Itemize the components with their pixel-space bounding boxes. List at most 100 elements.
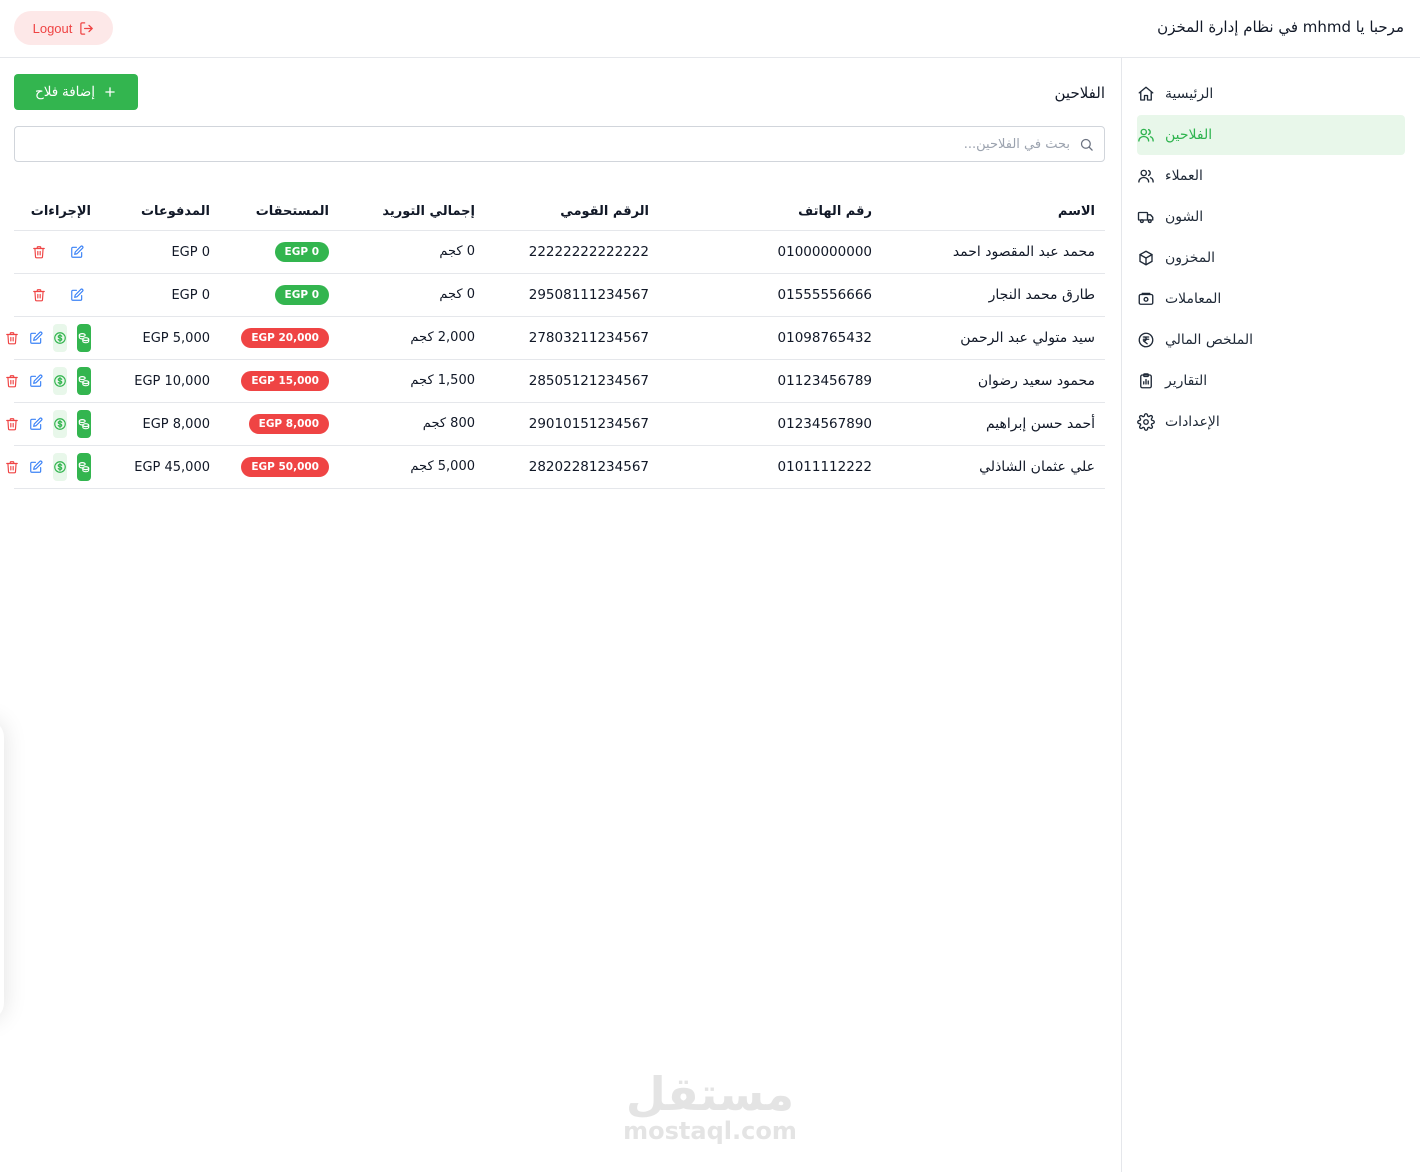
cell-supply: 1,500 كجم bbox=[339, 359, 485, 403]
sidebar-item-7[interactable]: التقارير bbox=[1137, 361, 1405, 401]
sidebar-nav: الرئيسية الفلاحين العملاء الشون المخزون المعا… bbox=[1137, 74, 1405, 443]
sidebar-item-4[interactable]: المخزون bbox=[1137, 238, 1405, 278]
cell-dues: EGP 50,000 bbox=[220, 445, 339, 489]
sidebar-item-label: الإعدادات bbox=[1165, 414, 1220, 430]
edit-button[interactable] bbox=[63, 281, 91, 309]
delete-button[interactable] bbox=[5, 367, 19, 395]
paid-amount: EGP 0 bbox=[171, 287, 210, 303]
wallet-icon bbox=[1138, 292, 1154, 305]
cell-national-id: 27803211234567 bbox=[485, 316, 659, 360]
cell-name: سيد متولي عبد الرحمن bbox=[882, 316, 1105, 360]
dollar-circle-icon bbox=[54, 374, 66, 387]
trash-icon bbox=[33, 288, 45, 301]
delete-button[interactable] bbox=[25, 238, 53, 266]
cell-actions bbox=[6, 359, 101, 403]
payment-history-button[interactable] bbox=[53, 409, 67, 438]
cell-phone: 01011112222 bbox=[659, 445, 882, 489]
cell-actions bbox=[6, 402, 101, 446]
pay-button[interactable] bbox=[77, 323, 91, 352]
sidebar-item-0[interactable]: الرئيسية bbox=[1137, 74, 1405, 114]
table-row: طارق محمد النجار 01555556666 2950811123456… bbox=[14, 273, 1105, 317]
logout-label: Logout bbox=[32, 20, 73, 36]
add-farmer-button[interactable]: إضافة فلاح bbox=[14, 74, 138, 110]
trash-icon bbox=[6, 417, 18, 430]
cell-supply: 5,000 كجم bbox=[339, 445, 485, 489]
payment-history-button[interactable] bbox=[53, 366, 67, 395]
logout-button[interactable]: Logout bbox=[14, 11, 113, 45]
row-actions bbox=[6, 323, 91, 352]
cell-phone: 01098765432 bbox=[659, 316, 882, 360]
edit-button[interactable] bbox=[29, 324, 43, 352]
edit-icon bbox=[30, 331, 43, 344]
users-icon bbox=[1138, 169, 1154, 183]
pay-button[interactable] bbox=[77, 452, 91, 481]
sidebar-item-5[interactable]: المعاملات bbox=[1137, 279, 1405, 319]
paid-amount: EGP 10,000 bbox=[134, 373, 210, 389]
cell-supply: 800 كجم bbox=[339, 402, 485, 446]
sidebar-item-1[interactable]: الفلاحين bbox=[1137, 115, 1405, 155]
delete-button[interactable] bbox=[5, 453, 19, 481]
sidebar-item-8[interactable]: الإعدادات bbox=[1137, 402, 1405, 442]
edit-icon bbox=[71, 245, 84, 258]
pay-button[interactable] bbox=[77, 366, 91, 395]
search-input[interactable] bbox=[30, 127, 1070, 161]
cell-dues: EGP 8,000 bbox=[220, 402, 339, 446]
sidebar-item-3[interactable]: الشون bbox=[1137, 197, 1405, 237]
cell-supply: 0 كجم bbox=[339, 230, 485, 274]
paid-amount: EGP 45,000 bbox=[134, 459, 210, 475]
plus-icon bbox=[105, 87, 115, 97]
cell-phone: 01123456789 bbox=[659, 359, 882, 403]
cell-national-id: 28202281234567 bbox=[485, 445, 659, 489]
pay-button[interactable] bbox=[77, 409, 91, 438]
edit-icon bbox=[71, 288, 84, 301]
cell-paid: EGP 8,000 bbox=[101, 402, 220, 446]
coins-icon bbox=[78, 332, 90, 343]
dollar-circle-icon bbox=[54, 460, 66, 473]
cell-name: محمود سعيد رضوان bbox=[882, 359, 1105, 403]
column-header-national-id: الرقم القومي bbox=[485, 194, 659, 231]
sidebar-item-label: المعاملات bbox=[1165, 291, 1222, 307]
delete-button[interactable] bbox=[5, 324, 19, 352]
column-header-phone: رقم الهاتف bbox=[659, 194, 882, 231]
edit-button[interactable] bbox=[63, 238, 91, 266]
logout-icon bbox=[80, 21, 94, 35]
dollar-circle-icon bbox=[54, 331, 66, 344]
edit-button[interactable] bbox=[29, 367, 43, 395]
delete-button[interactable] bbox=[25, 281, 53, 309]
cell-actions bbox=[6, 445, 101, 489]
home-icon bbox=[1138, 86, 1154, 101]
cell-paid: EGP 0 bbox=[101, 273, 220, 317]
cell-national-id: 28505121234567 bbox=[485, 359, 659, 403]
sidebar-item-label: الملخص المالي bbox=[1165, 332, 1253, 348]
cell-paid: EGP 10,000 bbox=[101, 359, 220, 403]
top-bar: مرحبا يا mhmd في نظام إدارة المخزن Logou… bbox=[0, 0, 1420, 58]
delete-button[interactable] bbox=[5, 410, 19, 438]
coins-icon bbox=[78, 375, 90, 386]
dues-badge: EGP 0 bbox=[274, 241, 329, 262]
add-farmer-label: إضافة فلاح bbox=[35, 84, 95, 99]
edit-icon bbox=[30, 417, 43, 430]
column-header-paid: المدفوعات bbox=[101, 194, 220, 231]
cell-name: محمد عبد المقصود احمد bbox=[882, 230, 1105, 274]
edit-icon bbox=[30, 374, 43, 387]
payment-history-button[interactable] bbox=[53, 323, 67, 352]
sidebar-item-6[interactable]: الملخص المالي bbox=[1137, 320, 1405, 360]
cell-actions bbox=[14, 273, 101, 317]
coins-icon bbox=[78, 461, 90, 472]
cell-name: أحمد حسن إبراهيم bbox=[882, 402, 1105, 446]
edit-icon bbox=[30, 460, 43, 473]
cell-supply: 0 كجم bbox=[339, 273, 485, 317]
edit-button[interactable] bbox=[29, 453, 43, 481]
sidebar-item-label: الشون bbox=[1165, 209, 1204, 225]
side-panel-edge bbox=[0, 720, 4, 1020]
truck-icon bbox=[1137, 211, 1154, 224]
sidebar-item-2[interactable]: العملاء bbox=[1137, 156, 1405, 196]
column-header-dues: المستحقات bbox=[220, 194, 339, 231]
cell-phone: 01000000000 bbox=[659, 230, 882, 274]
cell-national-id: 29508111234567 bbox=[485, 273, 659, 317]
cell-phone: 01234567890 bbox=[659, 402, 882, 446]
payment-history-button[interactable] bbox=[53, 452, 67, 481]
dues-badge: EGP 20,000 bbox=[241, 327, 329, 348]
column-header-supply: إجمالي التوريد bbox=[339, 194, 485, 231]
edit-button[interactable] bbox=[29, 410, 43, 438]
